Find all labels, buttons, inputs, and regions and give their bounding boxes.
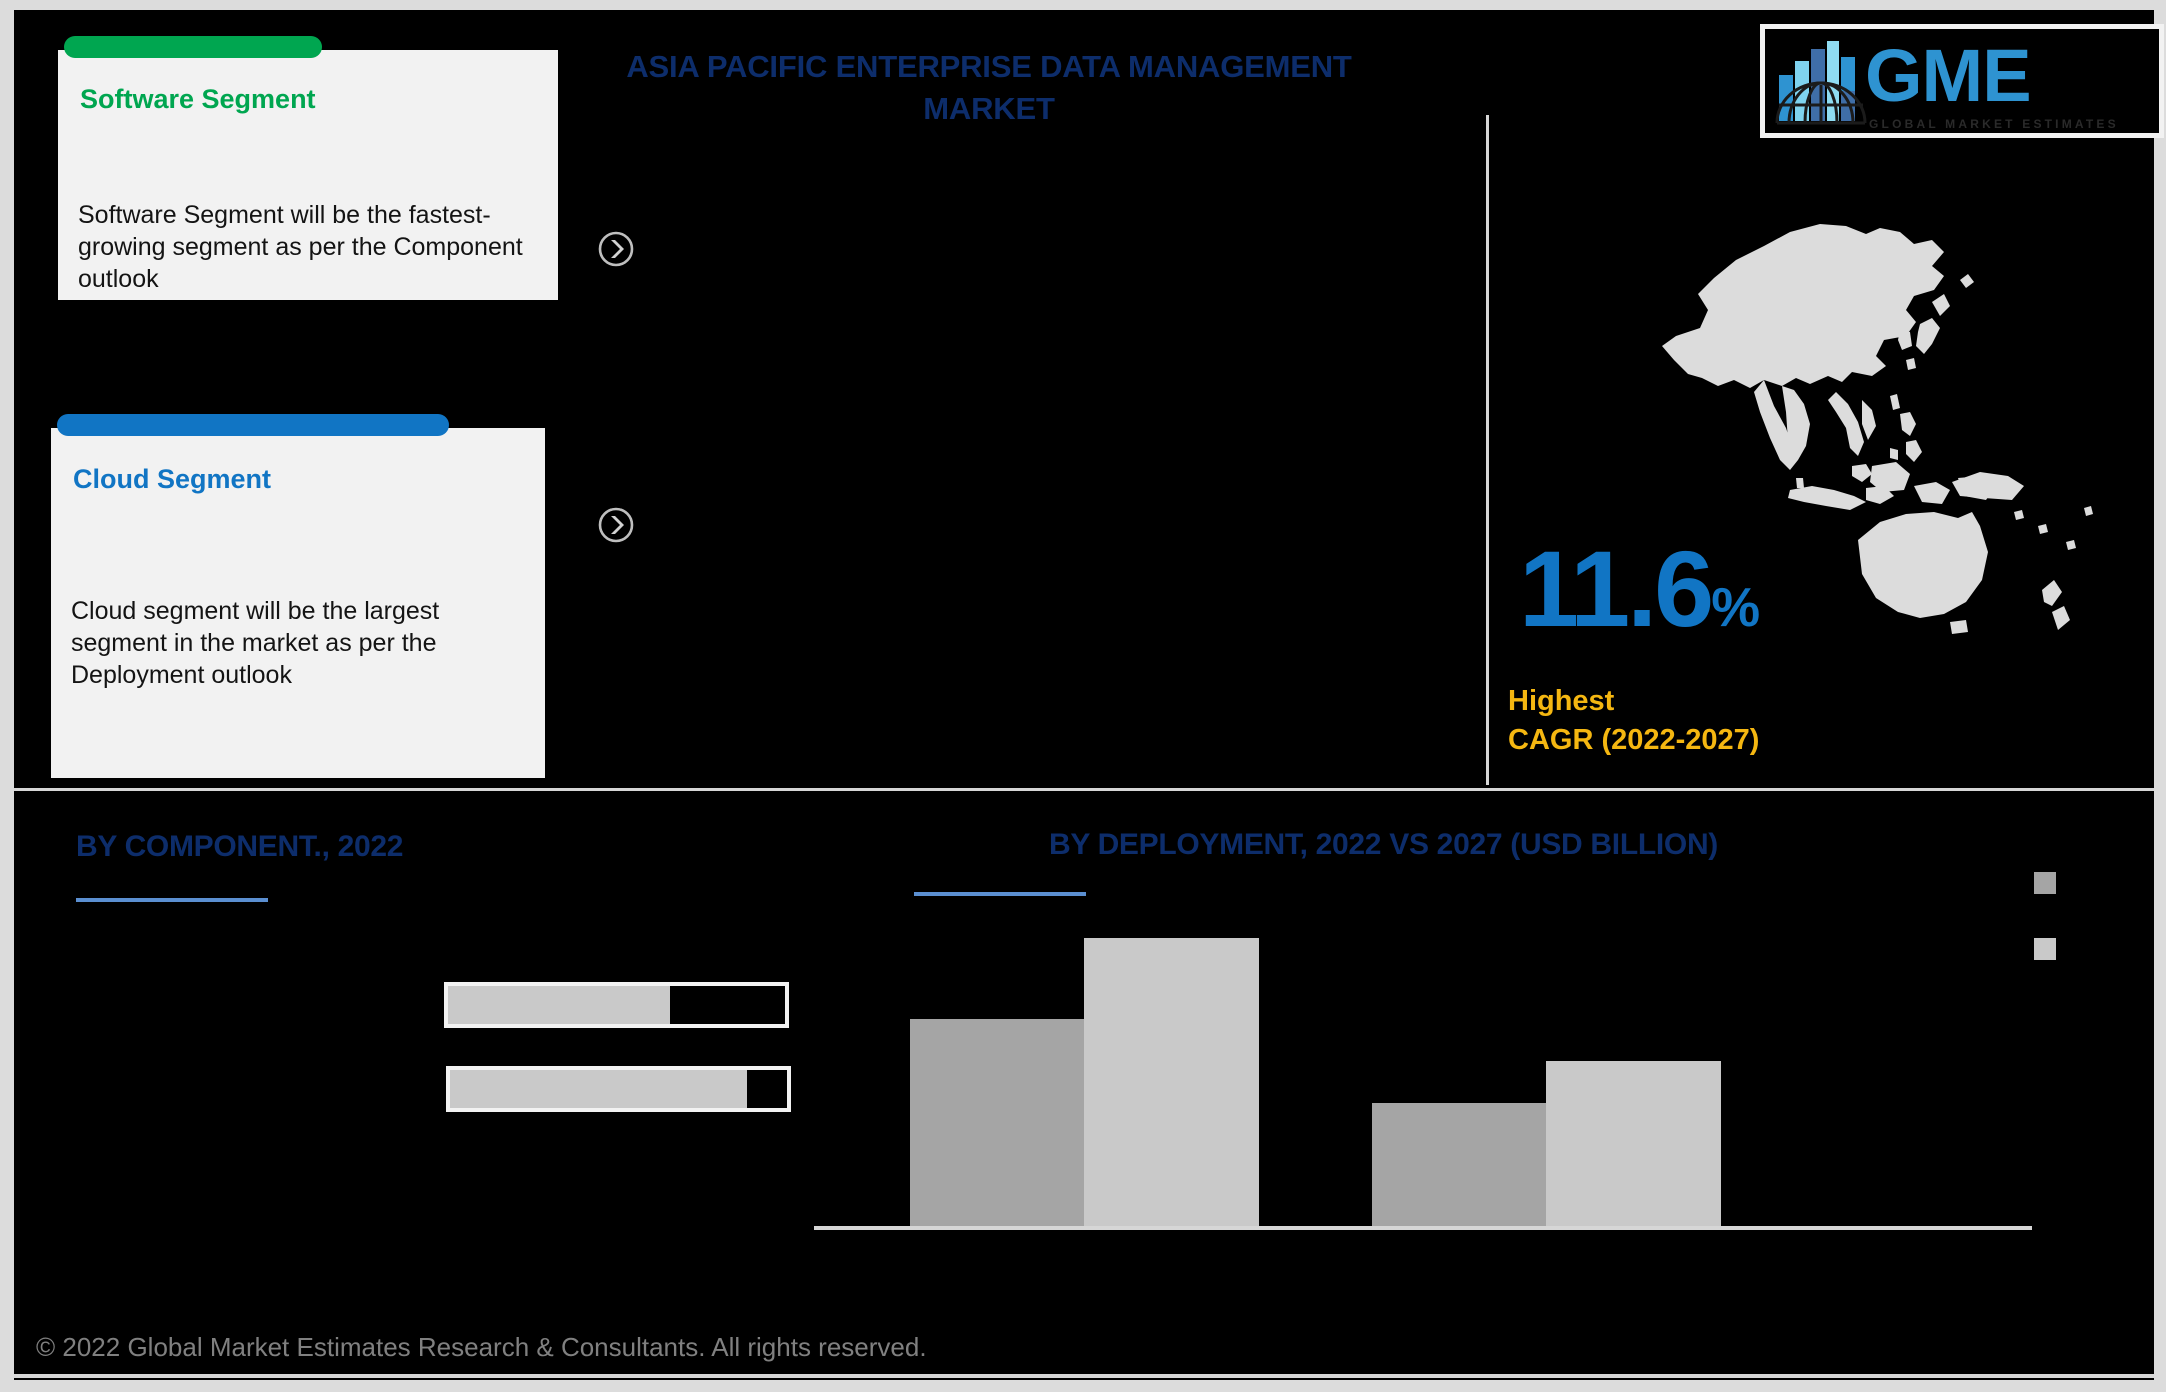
card-body-text: Software Segment will be the fastest-gro… xyxy=(78,201,523,293)
bar-group-2-series-2027 xyxy=(1546,1060,1721,1226)
chevron-right-circle-icon[interactable] xyxy=(597,230,635,268)
legend-swatch-2022 xyxy=(2034,872,2056,894)
card-body-text: Cloud segment will be the largest segmen… xyxy=(71,597,440,689)
chart-baseline-axis xyxy=(814,1226,2032,1230)
cagr-caption-line-2: CAGR (2022-2027) xyxy=(1508,724,1760,757)
cagr-value: 11.6% xyxy=(1519,535,1760,643)
legend-label-2027: 2027 xyxy=(2064,938,2113,963)
cagr-caption-line-1: Highest xyxy=(1508,685,1615,717)
section-underline-deployment xyxy=(914,892,1086,896)
stage: ASIA PACIFIC ENTERPRISE DATA MANAGEMENT … xyxy=(14,10,2164,1380)
card-accent-tab xyxy=(57,414,449,436)
gme-logo: GME GLOBAL MARKET ESTIMATES xyxy=(1760,24,2164,138)
insight-card-cloud: Cloud Segment Cloud segment will be the … xyxy=(51,414,545,778)
cagr-percent-sign: % xyxy=(1711,576,1760,638)
bar-group-2-series-2022 xyxy=(1372,1102,1547,1226)
card-title: Cloud Segment xyxy=(73,464,272,494)
horizontal-divider xyxy=(14,788,2154,791)
legend-swatch-2027 xyxy=(2034,938,2056,960)
section-title-component: BY COMPONENT., 2022 xyxy=(76,830,404,863)
infographic-canvas: ASIA PACIFIC ENTERPRISE DATA MANAGEMENT … xyxy=(0,0,2166,1392)
footer-rule xyxy=(14,1374,2154,1378)
globe-buildings-icon xyxy=(1775,41,1867,125)
insight-card-software: Software Segment Software Segment will b… xyxy=(58,36,558,300)
bar-group-1-series-2022 xyxy=(910,1018,1085,1226)
page-title: ASIA PACIFIC ENTERPRISE DATA MANAGEMENT … xyxy=(626,49,1352,126)
card-title: Software Segment xyxy=(80,84,316,114)
footer-copyright: © 2022 Global Market Estimates Research … xyxy=(36,1332,927,1362)
component-bar-1-fill xyxy=(448,986,671,1024)
deployment-bar-chart xyxy=(804,900,2044,1230)
section-underline-component xyxy=(76,898,268,902)
cagr-caption: Highest CAGR (2022-2027) xyxy=(1508,682,1759,760)
legend-label-2022: 2022 xyxy=(2064,872,2113,897)
bar-group-1-series-2027 xyxy=(1084,937,1259,1226)
vertical-divider xyxy=(1486,115,1489,785)
card-accent-tab xyxy=(64,36,322,58)
chevron-right-circle-icon[interactable] xyxy=(597,506,635,544)
component-bar-2 xyxy=(446,1066,791,1112)
cagr-number: 11.6 xyxy=(1519,528,1714,649)
component-bar-2-fill xyxy=(450,1070,747,1108)
logo-tagline: GLOBAL MARKET ESTIMATES xyxy=(1869,117,2119,131)
logo-wordmark: GME xyxy=(1865,34,2032,117)
component-bar-1 xyxy=(444,982,789,1028)
section-title-deployment: BY DEPLOYMENT, 2022 VS 2027 (USD BILLION… xyxy=(1049,828,1718,861)
